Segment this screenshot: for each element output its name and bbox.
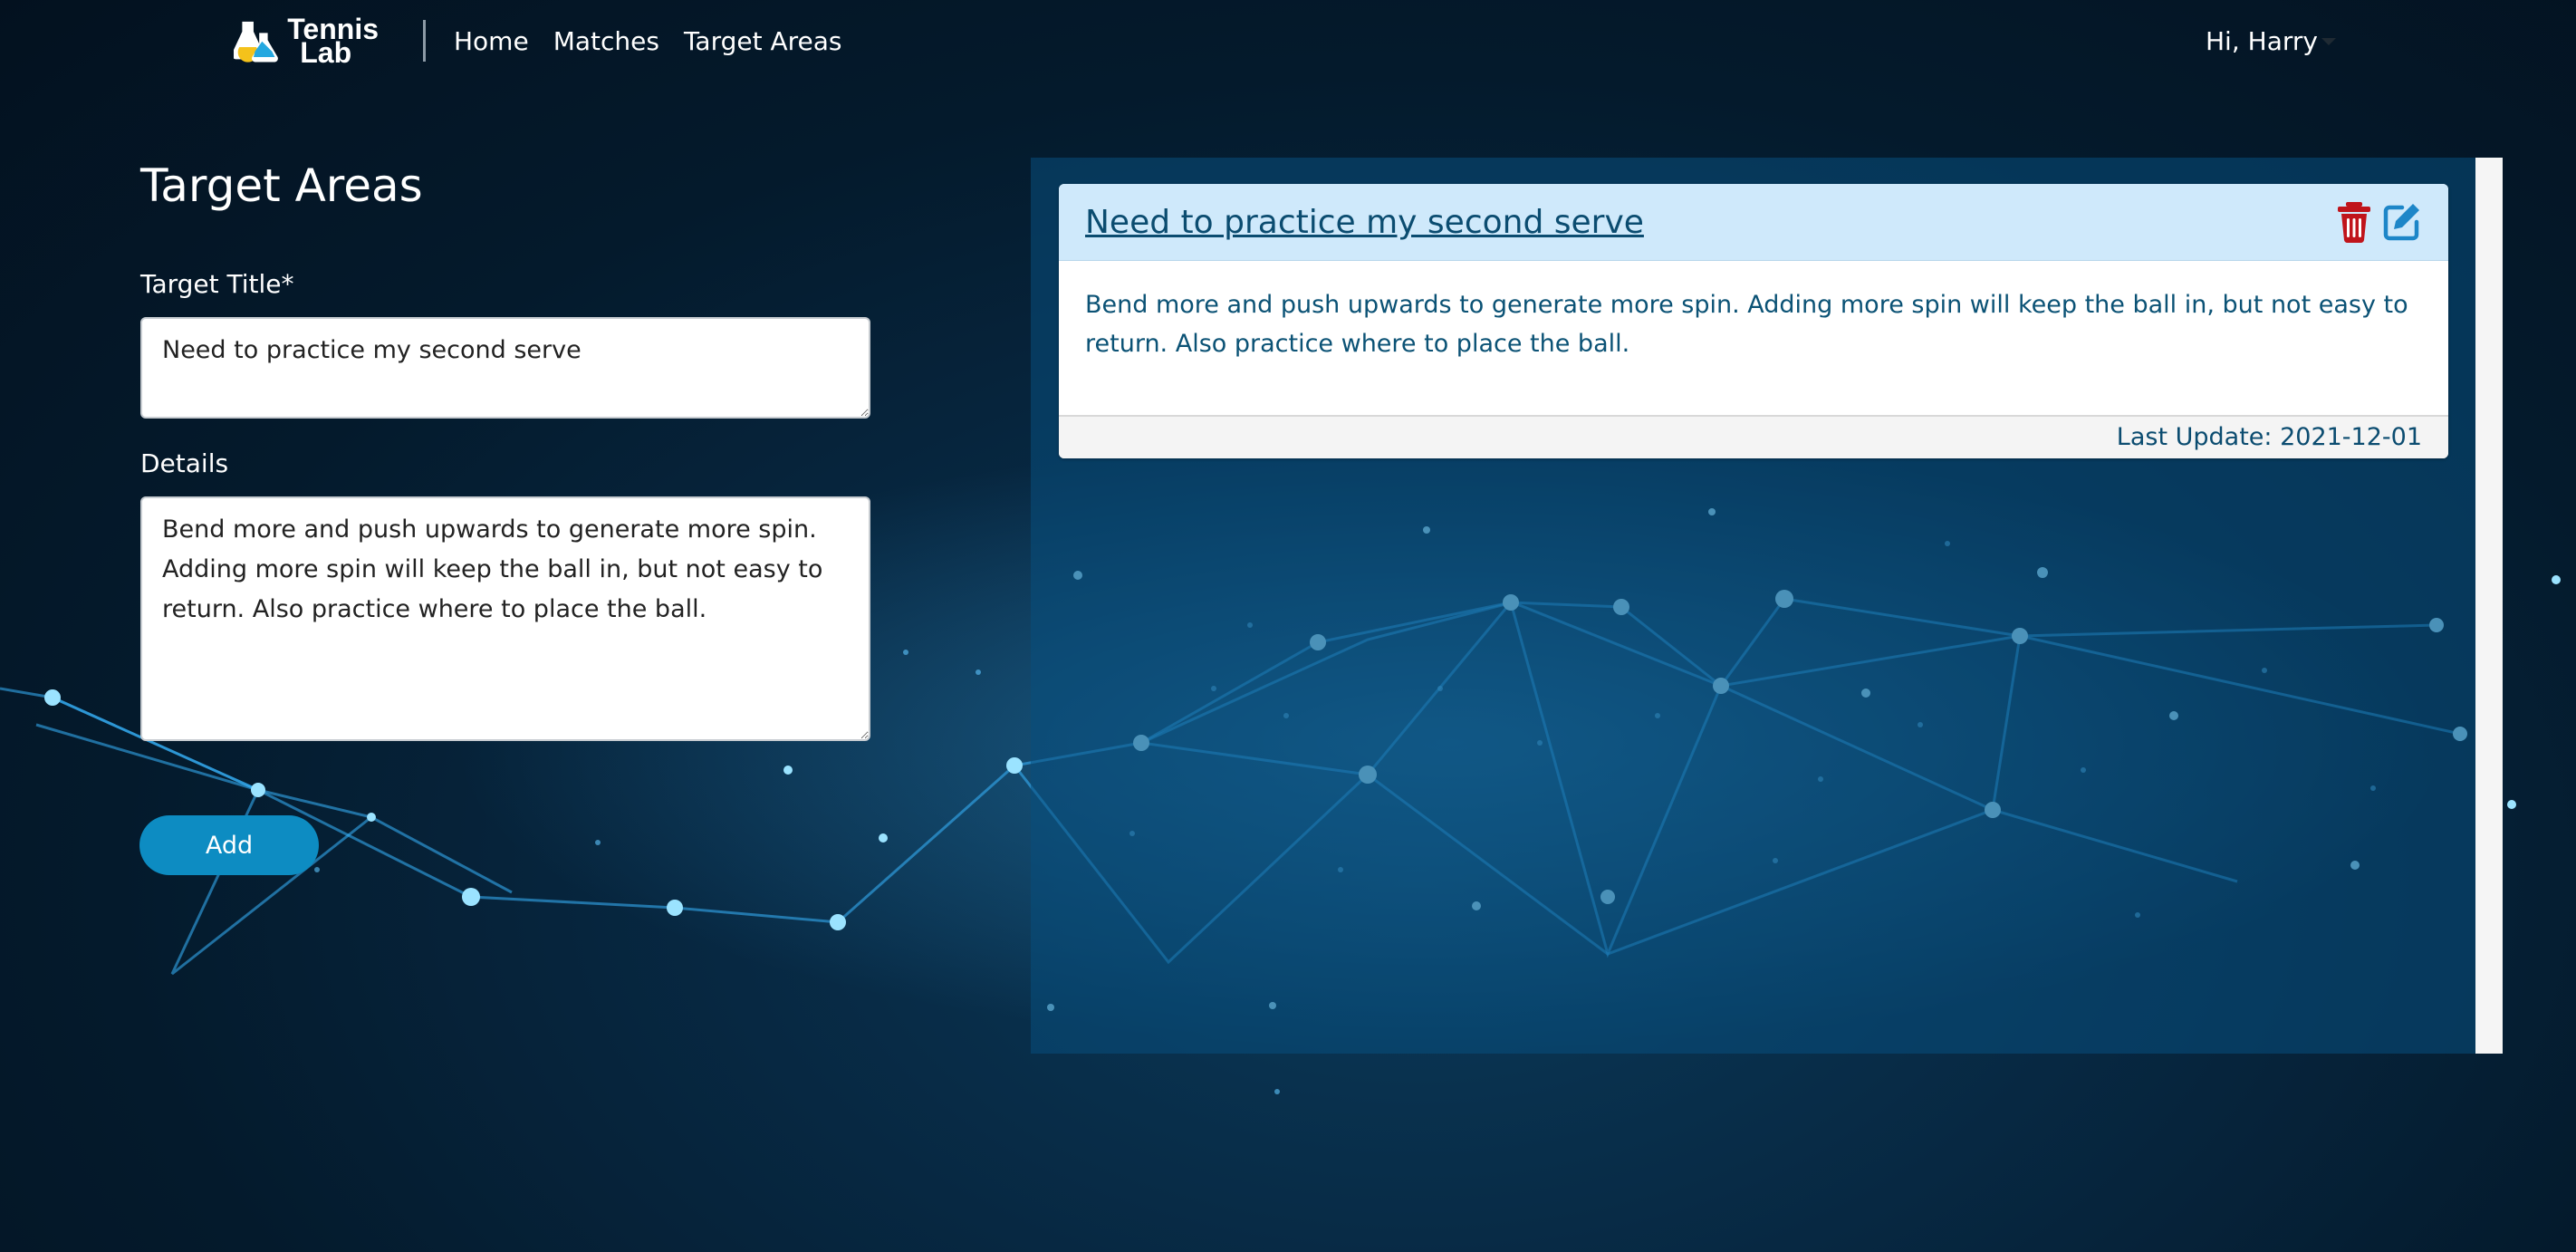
- nav-target-areas[interactable]: Target Areas: [684, 24, 842, 59]
- panel-scrollbar[interactable]: [2475, 158, 2503, 1054]
- flask-icon: [234, 21, 278, 63]
- page-title: Target Areas: [140, 159, 423, 212]
- user-menu[interactable]: Hi, Harry: [2206, 24, 2336, 59]
- target-card: Need to practice my second serve Bend mo…: [1059, 184, 2448, 458]
- target-card-header: Need to practice my second serve: [1059, 184, 2448, 261]
- details-input[interactable]: Bend more and push upwards to generate m…: [140, 496, 870, 741]
- edit-icon[interactable]: [2382, 200, 2422, 244]
- target-card-details: Bend more and push upwards to generate m…: [1085, 291, 2408, 358]
- nav-matches[interactable]: Matches: [553, 24, 659, 59]
- details-label: Details: [140, 448, 229, 478]
- tennis-lab-logo[interactable]: Tennis Lab: [234, 13, 379, 69]
- trash-icon[interactable]: [2334, 200, 2374, 244]
- user-greeting: Hi, Harry: [2206, 26, 2318, 56]
- logo-wordmark: Tennis Lab: [287, 14, 379, 67]
- add-button[interactable]: Add: [139, 815, 319, 875]
- target-card-title[interactable]: Need to practice my second serve: [1085, 202, 1644, 244]
- main-nav: Home Matches Target Areas: [454, 24, 842, 59]
- chevron-down-icon: [2321, 38, 2336, 45]
- target-card-last-update: Last Update: 2021-12-01: [1059, 415, 2448, 458]
- target-title-input[interactable]: Need to practice my second serve: [140, 317, 870, 419]
- nav-divider: [423, 20, 426, 62]
- target-title-label: Target Title*: [140, 269, 294, 299]
- nav-home[interactable]: Home: [454, 24, 529, 59]
